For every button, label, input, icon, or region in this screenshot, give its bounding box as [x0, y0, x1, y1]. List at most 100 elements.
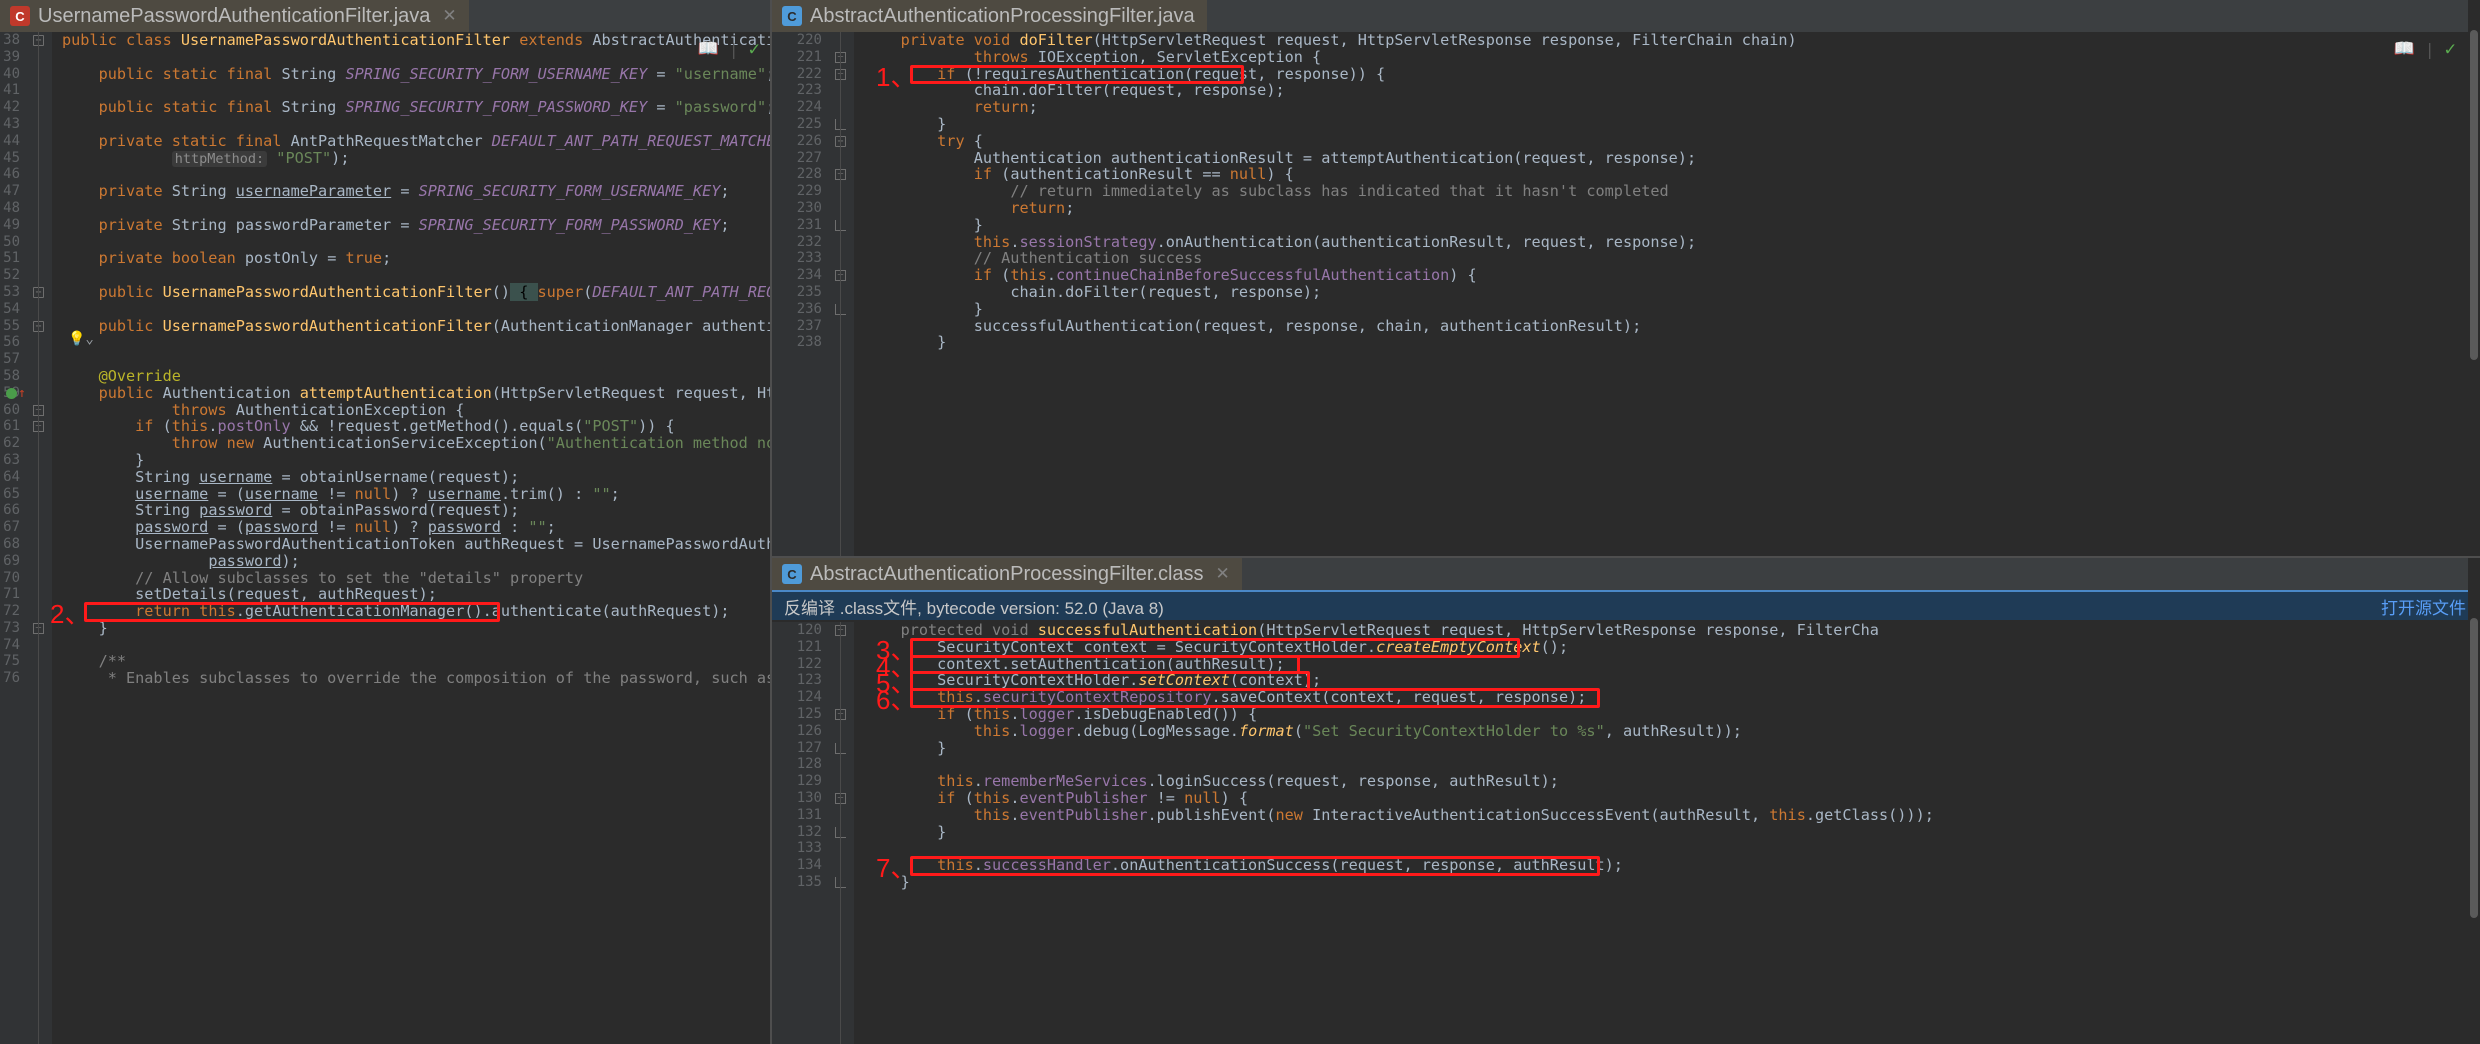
code-line[interactable]: SecurityContextHolder.setContext(context…: [864, 672, 2480, 689]
code-line[interactable]: [62, 637, 770, 654]
code-line[interactable]: [62, 200, 770, 217]
code-line[interactable]: // return immediately as subclass has in…: [864, 183, 2480, 200]
code-line[interactable]: * Enables subclasses to override the com…: [62, 670, 770, 687]
code-line[interactable]: throws AuthenticationException {: [62, 401, 770, 419]
code-line[interactable]: // Allow subclasses to set the "details"…: [62, 569, 770, 587]
code-line[interactable]: private static final AntPathRequestMatch…: [62, 132, 770, 150]
right-top-scrollbar[interactable]: [2468, 0, 2480, 556]
code-line[interactable]: Authentication authenticationResult = at…: [864, 149, 2480, 167]
code-line[interactable]: String password = obtainPassword(request…: [62, 502, 770, 519]
code-line[interactable]: [62, 301, 770, 318]
code-line[interactable]: [864, 756, 2480, 773]
code-line[interactable]: protected void successfulAuthentication(…: [864, 622, 2480, 639]
override-gutter-icon[interactable]: [6, 387, 17, 399]
code-line[interactable]: public static final String SPRING_SECURI…: [62, 99, 770, 116]
code-line[interactable]: // Authentication success: [864, 250, 2480, 267]
code-line[interactable]: password);: [62, 552, 770, 570]
close-icon[interactable]: ✕: [442, 6, 456, 26]
scrollbar-thumb[interactable]: [2470, 618, 2478, 918]
code-line[interactable]: return;: [864, 200, 2480, 217]
code-line[interactable]: if (!requiresAuthentication(request, res…: [864, 65, 2480, 83]
code-line[interactable]: }: [62, 452, 770, 469]
book-icon[interactable]: 📖: [2394, 39, 2415, 59]
code-line[interactable]: return;: [864, 99, 2480, 116]
close-icon[interactable]: ✕: [1216, 564, 1230, 584]
code-line[interactable]: chain.doFilter(request, response);: [864, 284, 2480, 301]
code-line[interactable]: /**: [62, 653, 770, 670]
code-line[interactable]: [62, 267, 770, 284]
code-line[interactable]: chain.doFilter(request, response);: [864, 82, 2480, 99]
code-line[interactable]: String username = obtainUsername(request…: [62, 468, 770, 486]
code-line[interactable]: [62, 82, 770, 99]
tab-username-password-filter-java[interactable]: C UsernamePasswordAuthenticationFilter.j…: [0, 0, 469, 32]
code-line[interactable]: public class UsernamePasswordAuthenticat…: [62, 32, 770, 49]
code-line[interactable]: public static final String SPRING_SECURI…: [62, 65, 770, 83]
right-top-gutter[interactable]: 220 221 222 223 224 225 226 227 228 229 230 231 232 2…: [772, 32, 828, 556]
intention-bulb-icon[interactable]: 💡⌄: [68, 331, 94, 347]
code-line[interactable]: }: [864, 874, 2480, 891]
code-line[interactable]: [62, 166, 770, 183]
code-line[interactable]: this.sessionStrategy.onAuthentication(au…: [864, 233, 2480, 251]
code-line[interactable]: }: [864, 116, 2480, 133]
right-top-code-area[interactable]: 220 221 222 223 224 225 226 227 228 229 230 231 232 2…: [772, 32, 2480, 556]
code-line[interactable]: setDetails(request, authRequest);: [62, 586, 770, 603]
code-line[interactable]: successfulAuthentication(request, respon…: [864, 317, 2480, 335]
code-line[interactable]: if (this.eventPublisher != null) {: [864, 790, 2480, 807]
code-line[interactable]: this.eventPublisher.publishEvent(new Int…: [864, 806, 2480, 824]
code-line[interactable]: this.securityContextRepository.saveConte…: [864, 689, 2480, 706]
code-line[interactable]: try {: [864, 132, 2480, 150]
code-line[interactable]: context.setAuthentication(authResult);: [864, 655, 2480, 673]
code-line[interactable]: password = (password != null) ? password…: [62, 519, 770, 536]
code-line[interactable]: }: [864, 334, 2480, 351]
implementing-method-icon[interactable]: ↑: [18, 386, 26, 403]
right-top-code-lines[interactable]: private void doFilter(HttpServletRequest…: [854, 32, 2480, 556]
code-line[interactable]: }: [864, 739, 2480, 757]
code-line[interactable]: [864, 840, 2480, 857]
code-line[interactable]: httpMethod: "POST");: [62, 149, 770, 167]
code-line[interactable]: if (this.postOnly && !request.getMethod(…: [62, 418, 770, 435]
checkmark-ok-icon[interactable]: ✓: [749, 38, 760, 60]
code-line[interactable]: private String usernameParameter = SPRIN…: [62, 183, 770, 200]
code-line[interactable]: [62, 234, 770, 251]
tab-abstract-auth-processing-filter-class[interactable]: C AbstractAuthenticationProcessingFilter…: [772, 558, 1242, 590]
code-line[interactable]: public UsernamePasswordAuthenticationFil…: [62, 317, 770, 335]
left-fold-column[interactable]: +++–––: [26, 32, 52, 1044]
code-line[interactable]: username = (username != null) ? username…: [62, 485, 770, 503]
right-bottom-fold-column[interactable]: –––: [828, 622, 854, 1044]
right-bottom-gutter[interactable]: 120 121 122 123 124 125 126 127 128 129 130 131 132 1…: [772, 622, 828, 1044]
code-line[interactable]: if (this.logger.isDebugEnabled()) {: [864, 706, 2480, 723]
right-bottom-code-area[interactable]: 120 121 122 123 124 125 126 127 128 129 130 131 132 1…: [772, 622, 2480, 1044]
left-code-lines[interactable]: public class UsernamePasswordAuthenticat…: [52, 32, 770, 1044]
code-line[interactable]: throws IOException, ServletException {: [864, 48, 2480, 66]
tab-abstract-auth-processing-filter-java[interactable]: C AbstractAuthenticationProcessingFilter…: [772, 0, 1207, 32]
book-icon[interactable]: 📖: [698, 39, 719, 59]
code-line[interactable]: if (authenticationResult == null) {: [864, 166, 2480, 183]
code-line[interactable]: [62, 334, 770, 351]
code-line[interactable]: private boolean postOnly = true;: [62, 250, 770, 267]
code-line[interactable]: SecurityContext context = SecurityContex…: [864, 638, 2480, 656]
code-line[interactable]: public Authentication attemptAuthenticat…: [62, 384, 770, 402]
code-line[interactable]: [62, 351, 770, 368]
left-gutter[interactable]: 38 39 40 41 42 43 44 45 46 47 48 49 50 51 52 53 54 55 56 57…: [0, 32, 26, 1044]
left-code-area[interactable]: 38 39 40 41 42 43 44 45 46 47 48 49 50 51 52 53 54 55 56 57…: [0, 32, 770, 1044]
code-line[interactable]: private void doFilter(HttpServletRequest…: [864, 32, 2480, 49]
open-source-file-link[interactable]: 打开源文件: [2381, 594, 2466, 619]
right-bottom-code-lines[interactable]: protected void successfulAuthentication(…: [854, 622, 2480, 1044]
code-line[interactable]: return this.getAuthenticationManager().a…: [62, 603, 770, 620]
code-line[interactable]: private String passwordParameter = SPRIN…: [62, 216, 770, 234]
code-line[interactable]: public UsernamePasswordAuthenticationFil…: [62, 282, 770, 301]
code-line[interactable]: }: [864, 300, 2480, 318]
code-line[interactable]: [62, 116, 770, 133]
code-line[interactable]: }: [62, 619, 770, 637]
code-line[interactable]: this.logger.debug(LogMessage.format("Set…: [864, 722, 2480, 740]
right-top-fold-column[interactable]: ––+––: [828, 32, 854, 556]
right-bottom-scrollbar[interactable]: [2468, 558, 2480, 1044]
code-line[interactable]: this.successHandler.onAuthenticationSucc…: [864, 857, 2480, 874]
checkmark-ok-icon[interactable]: ✓: [2445, 38, 2456, 60]
code-line[interactable]: @Override: [62, 368, 770, 385]
code-line[interactable]: [62, 49, 770, 66]
code-line[interactable]: if (this.continueChainBeforeSuccessfulAu…: [864, 267, 2480, 284]
code-line[interactable]: UsernamePasswordAuthenticationToken auth…: [62, 536, 770, 553]
code-line[interactable]: this.rememberMeServices.loginSuccess(req…: [864, 773, 2480, 790]
code-line[interactable]: throw new AuthenticationServiceException…: [62, 435, 770, 452]
